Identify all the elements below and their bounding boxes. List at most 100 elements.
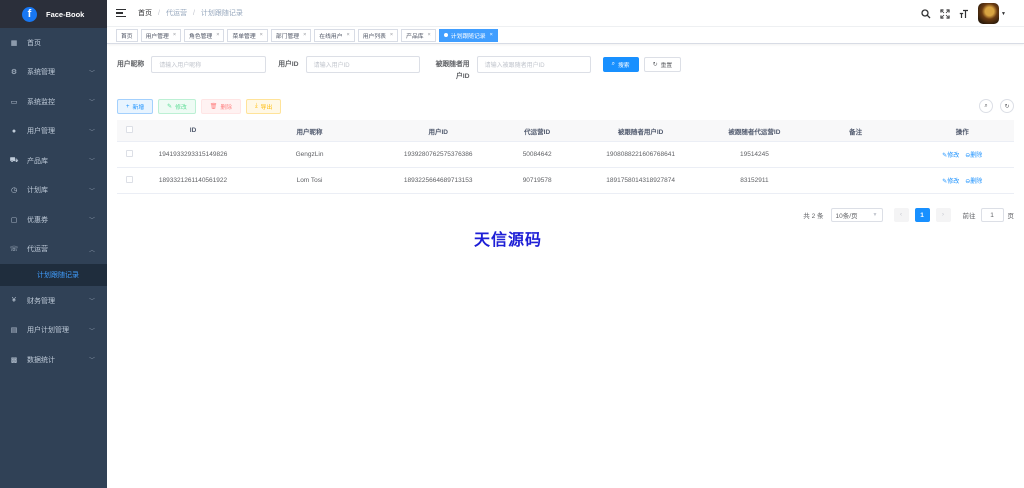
refresh-button[interactable]: ↻ [1000,99,1014,113]
page-number-current[interactable]: 1 [914,208,930,222]
table-cell: 1908088221606768641 [606,151,675,158]
close-icon[interactable]: × [260,32,263,38]
add-button[interactable]: + 新增 [117,99,154,114]
tag-item[interactable]: 用户管理 × [140,28,182,42]
reset-button-label: 重置 [660,63,673,69]
column-header: 备注 [849,128,863,136]
close-icon[interactable]: × [490,32,493,38]
column-header: 操作 [955,128,969,136]
toggle-search-button[interactable]: ⌕ [979,99,993,113]
search-icon[interactable] [921,8,931,19]
userid-label: 用户ID [278,61,299,68]
followed-userid-input[interactable]: 请输入被跟随者用户ID [476,56,591,73]
export-button[interactable]: ⤓ 导出 [246,99,282,114]
logo[interactable]: f Face-Book [0,0,107,28]
row-delete-link[interactable]: ⊖删除 [965,153,982,159]
reset-button[interactable]: ↻ 重置 [643,57,682,72]
breadcrumb-home[interactable]: 首页 [138,8,152,18]
table-header: ID 用户昵称 用户ID 代运营ID 被跟随者用户ID 被跟随者代运营ID 备注 操作 [117,120,1014,142]
sidebar-item[interactable]: ⛟ 产品库 ﹀ [0,146,107,176]
sidebar-subitem-active[interactable]: 计划跟随记录 [0,264,107,286]
search-button[interactable]: ⌕ 搜索 [602,57,639,72]
fullscreen-icon[interactable] [940,8,950,19]
clock-icon: ◷ [10,187,18,195]
sidebar-item-label: 财务管理 [27,297,55,305]
select-all-checkbox[interactable] [126,126,134,133]
sidebar-item[interactable]: ▤ 用户计划管理 ﹀ [0,316,107,346]
nickname-form-item: 用户昵称 请输入用户昵称 [117,56,267,73]
table-row[interactable]: 1893321261140561922 Lom Tosi 1893225664689… [117,168,1014,194]
page-size-select[interactable]: 10条/页 ▼ [830,208,883,222]
row-checkbox[interactable] [126,176,134,183]
delete-button[interactable]: 🗑 删除 [200,99,241,114]
row-checkbox[interactable] [126,150,134,157]
tag-label: 用户列表 [362,33,386,40]
sidebar-item[interactable]: ⚙ 系统管理 ﹀ [0,58,107,88]
hamburger-icon[interactable] [116,9,126,17]
tag-label: 菜单管理 [232,33,256,40]
userid-input[interactable]: 请输入用户ID [305,56,420,73]
table-icon: ▤ [10,327,18,335]
trash-icon: 🗑 [209,104,218,110]
gear-icon: ⚙ [10,69,18,77]
sidebar-item[interactable]: ▭ 系统监控 ﹀ [0,87,107,117]
yen-icon: ¥ [12,297,16,305]
sidebar-item[interactable]: ● 用户管理 ﹀ [0,117,107,147]
nickname-input[interactable]: 请输入用户昵称 [151,56,267,73]
close-icon[interactable]: × [390,32,393,38]
avatar[interactable] [978,3,1000,24]
app-name: Face-Book [46,9,85,19]
active-dot-icon [443,33,448,37]
export-button-label: 导出 [260,105,273,111]
tag-item[interactable]: 用户列表 × [357,28,399,42]
column-header: 被跟随者用户ID [617,128,664,136]
tag-item[interactable]: 产品库 × [401,28,436,42]
prev-page-button[interactable]: ‹ [893,208,909,222]
tag-item[interactable]: 部门管理 × [270,28,312,42]
caret-down-icon[interactable]: ▼ [1001,11,1006,17]
close-icon[interactable]: × [347,32,350,38]
sidebar-item-label: 产品库 [27,157,48,165]
tag-label: 产品库 [406,33,424,40]
tag-label: 部门管理 [275,33,300,40]
followed-form-item: 被跟随者用户ID 请输入被跟随者用户ID [432,56,591,83]
tag-item[interactable]: 在线用户 × [314,28,355,42]
navbar-right: ▼ [912,3,1006,24]
close-icon[interactable]: × [216,32,219,38]
tag-item[interactable]: 菜单管理 × [227,28,268,42]
sidebar-item-label: 优惠券 [27,216,48,224]
close-icon[interactable]: × [428,32,431,38]
close-icon[interactable]: × [303,32,306,38]
chevron-down-icon: ﹀ [88,129,95,136]
chevron-left-icon: ‹ [900,212,902,218]
breadcrumb-current: 计划跟随记录 [200,10,243,17]
row-edit-link[interactable]: ✎修改 [942,153,959,159]
font-size-icon[interactable] [959,9,969,19]
sidebar-item[interactable]: ☏ 代运营 ︿ [0,235,107,265]
row-edit-link[interactable]: ✎修改 [942,179,959,185]
goto-page-input[interactable]: 1 [980,208,1004,222]
close-icon[interactable]: × [173,32,176,38]
sidebar-item[interactable]: ▩ 数据统计 ﹀ [0,345,107,375]
table-cell: Lom Tosi [296,177,323,184]
tag-label: 计划跟随记录 [450,33,486,40]
download-icon: ⤓ [255,103,258,109]
next-page-button[interactable]: › [935,208,951,222]
refresh-icon: ↻ [1004,103,1010,110]
tag-item[interactable]: 角色管理 × [184,28,225,42]
chevron-down-icon: ﹀ [88,70,95,77]
table-cell: 90719578 [522,177,552,184]
tag-item[interactable]: 计划跟随记录 × [438,28,498,42]
sidebar-item[interactable]: ◷ 计划库 ﹀ [0,176,107,206]
page-suffix: 页 [1007,213,1015,220]
tag-label: 在线用户 [319,33,343,40]
row-delete-link[interactable]: ⊖删除 [965,179,982,185]
table-row[interactable]: 1941933293315149826 GengzLin 1939280762575… [117,142,1014,168]
sidebar-item[interactable]: ▢ 优惠券 ﹀ [0,205,107,235]
tag-item[interactable]: 首页 [116,28,138,42]
edit-button[interactable]: ✎ 修改 [158,99,196,114]
table-cell: GengzLin [295,151,324,158]
sidebar-item[interactable]: ¥ 财务管理 ﹀ [0,286,107,316]
sidebar-item[interactable]: ▦ 首页 [0,28,107,58]
tag-label: 首页 [121,33,133,40]
